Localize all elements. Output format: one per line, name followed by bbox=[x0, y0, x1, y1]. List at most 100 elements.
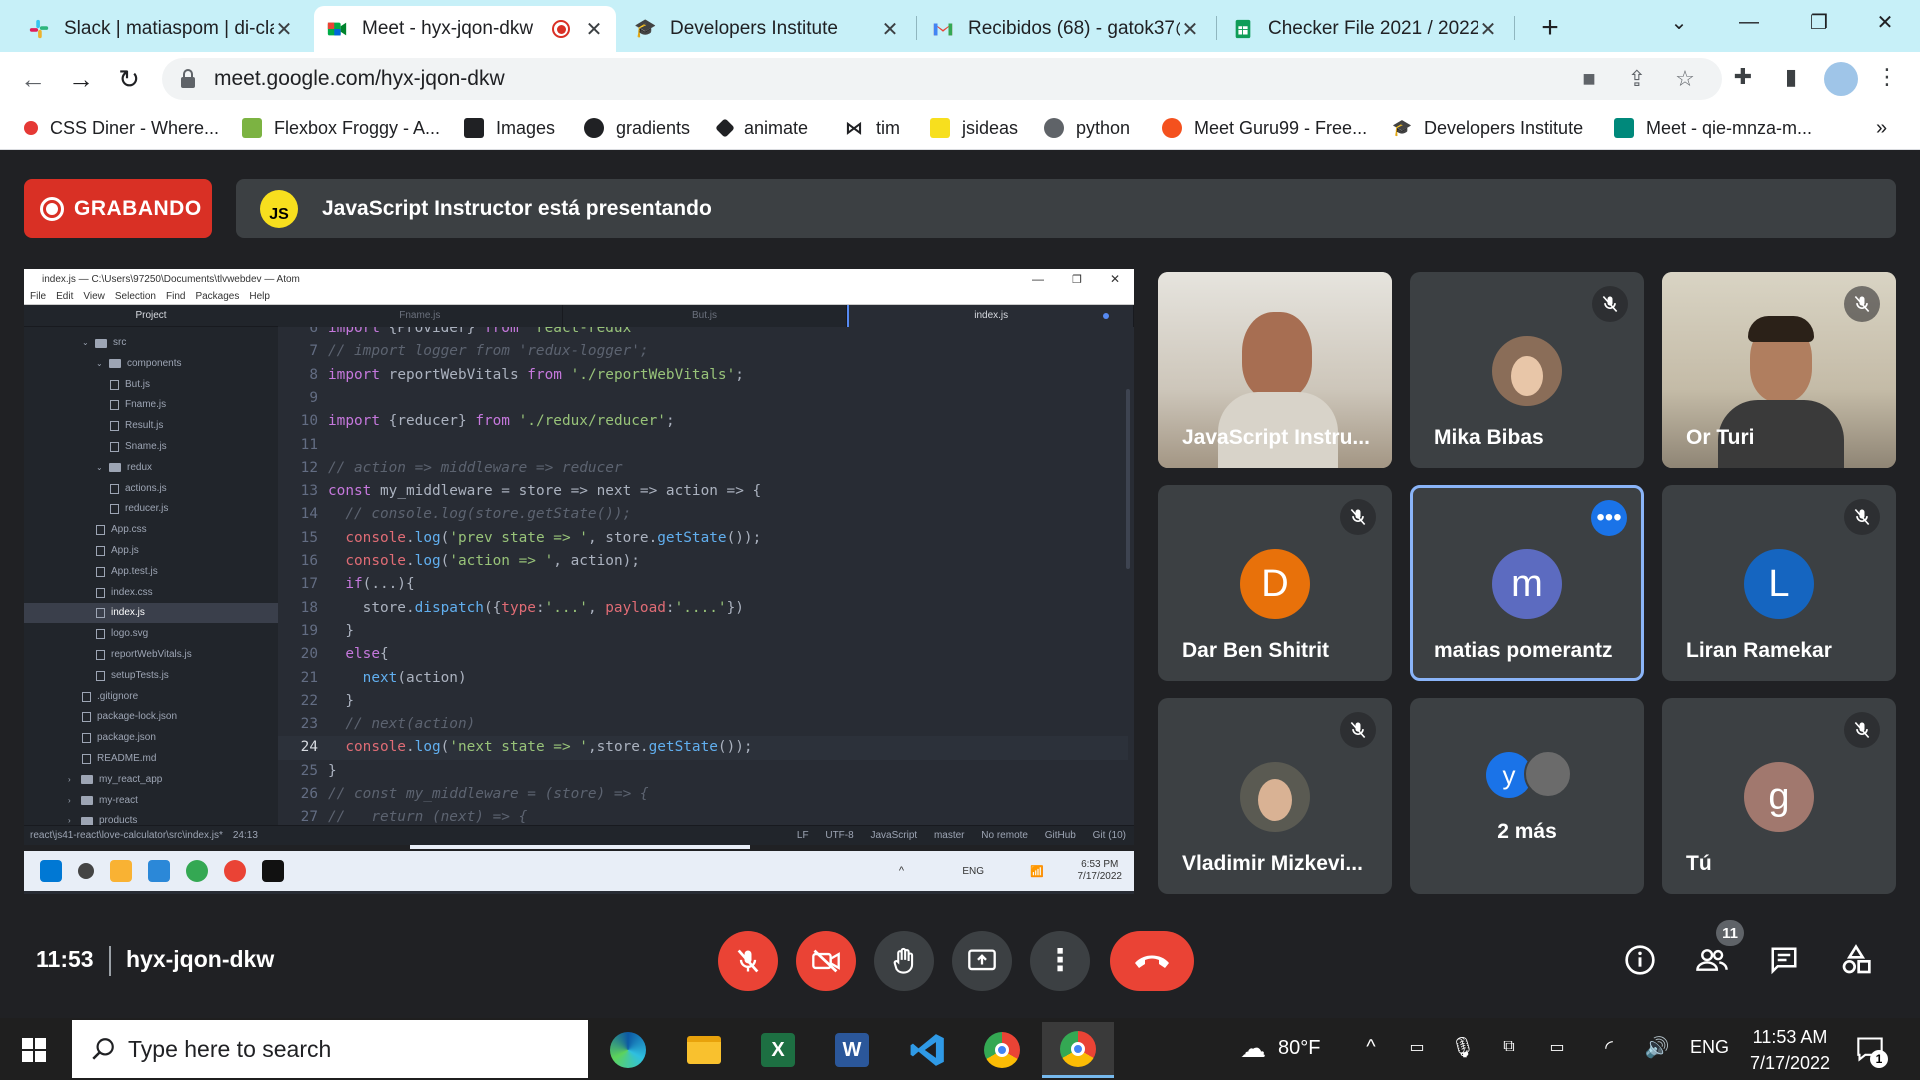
restore-icon[interactable]: ❐ bbox=[1784, 0, 1854, 44]
taskbar-word[interactable]: W bbox=[816, 1022, 888, 1078]
taskbar-edge[interactable] bbox=[592, 1022, 664, 1078]
participant-tile-more[interactable]: y 2 más bbox=[1410, 698, 1644, 894]
windows-start-icon[interactable] bbox=[22, 1038, 46, 1067]
volume-icon[interactable]: 🔊 bbox=[1644, 1034, 1670, 1060]
minimize-icon[interactable]: — bbox=[1714, 0, 1784, 44]
code-text: if(...){ bbox=[345, 576, 415, 593]
participant-tile[interactable]: JavaScript Instru... bbox=[1158, 272, 1392, 468]
close-icon[interactable]: ✕ bbox=[1180, 17, 1200, 42]
participant-tile-self[interactable]: g Tú bbox=[1662, 698, 1896, 894]
camera-toggle-button[interactable] bbox=[796, 931, 856, 991]
language-indicator[interactable]: ENG bbox=[1690, 1034, 1729, 1060]
chevron-up-icon[interactable]: ^ bbox=[1358, 1034, 1384, 1060]
raise-hand-button[interactable] bbox=[874, 931, 934, 991]
forward-arrow-icon[interactable]: → bbox=[64, 62, 98, 96]
tree-item: package-lock.json bbox=[24, 707, 278, 727]
windows-start-icon bbox=[40, 860, 62, 882]
line-number: 15 bbox=[300, 529, 318, 546]
share-icon[interactable]: ⇪ bbox=[1624, 66, 1650, 92]
participant-name: matias pomerantz bbox=[1434, 639, 1613, 662]
bookmark-jsideas[interactable]: jsideas bbox=[930, 116, 1018, 140]
participant-avatar: g bbox=[1744, 762, 1814, 832]
bookmark-meet-qie[interactable]: Meet - qie-mnza-m... bbox=[1614, 116, 1812, 140]
close-icon[interactable]: ✕ bbox=[274, 17, 294, 42]
participant-name: Dar Ben Shitrit bbox=[1182, 639, 1330, 662]
taskbar-excel[interactable]: X bbox=[742, 1022, 814, 1078]
tab-developers-institute[interactable]: 🎓 Developers Institute ✕ bbox=[622, 6, 912, 52]
file-icon bbox=[96, 608, 105, 619]
camera-blocked-icon[interactable]: ■ bbox=[1576, 66, 1602, 92]
microphone-icon[interactable]: 🎙 bbox=[1450, 1034, 1476, 1060]
recording-badge[interactable]: GRABANDO bbox=[24, 179, 212, 238]
chrome-menu-icon[interactable]: ⋮ bbox=[1872, 62, 1902, 92]
more-options-icon[interactable]: ••• bbox=[1591, 500, 1627, 536]
more-options-button[interactable]: ⋮ bbox=[1030, 931, 1090, 991]
tab-meet[interactable]: Meet - hyx-jqon-dkw ✕ bbox=[314, 6, 616, 52]
side-panel-icon[interactable]: ▮ bbox=[1776, 62, 1806, 92]
bookmark-meet-guru99[interactable]: Meet Guru99 - Free... bbox=[1162, 116, 1367, 140]
participant-tile[interactable]: D Dar Ben Shitrit bbox=[1158, 485, 1392, 681]
taskbar-file-explorer[interactable] bbox=[668, 1022, 740, 1078]
participant-tile[interactable]: Vladimir Mizkevi... bbox=[1158, 698, 1392, 894]
taskbar-chrome[interactable] bbox=[966, 1022, 1038, 1078]
notifications-button[interactable]: 1 bbox=[1856, 1036, 1888, 1068]
reload-icon[interactable]: ↻ bbox=[112, 62, 146, 96]
code-text: // return (next) => { bbox=[328, 809, 528, 825]
participant-tile[interactable]: Or Turi bbox=[1662, 272, 1896, 468]
present-now-button[interactable] bbox=[952, 931, 1012, 991]
line-number: 20 bbox=[300, 646, 318, 663]
chat-button[interactable] bbox=[1762, 938, 1806, 982]
mic-toggle-button[interactable] bbox=[718, 931, 778, 991]
battery-icon[interactable]: ▭ bbox=[1544, 1034, 1570, 1060]
back-arrow-icon[interactable]: ← bbox=[16, 62, 50, 96]
activities-button[interactable] bbox=[1834, 938, 1878, 982]
extensions-puzzle-icon[interactable]: ✚ bbox=[1728, 62, 1758, 92]
more-bookmarks-chevron-icon[interactable]: » bbox=[1876, 116, 1887, 140]
meet-tray-icon[interactable]: ▭ bbox=[1404, 1034, 1430, 1060]
bookmark-tim[interactable]: ⋈ tim bbox=[844, 116, 900, 140]
meeting-details-button[interactable] bbox=[1618, 938, 1662, 982]
python-icon bbox=[1044, 118, 1064, 138]
taskbar-vscode[interactable] bbox=[892, 1022, 964, 1078]
tab-slack[interactable]: Slack | matiaspom | di-cla ✕ bbox=[16, 6, 306, 52]
bookmark-gradients[interactable]: gradients bbox=[584, 116, 690, 140]
address-bar[interactable]: meet.google.com/hyx-jqon-dkw ■ ⇪ ☆ bbox=[162, 58, 1722, 100]
participant-tile-active[interactable]: ••• m matias pomerantz bbox=[1410, 485, 1644, 681]
tab-search-chevron-icon[interactable]: ⌄ bbox=[1644, 0, 1714, 44]
folder-icon bbox=[95, 338, 107, 348]
presenting-banner: JS JavaScript Instructor está presentand… bbox=[236, 179, 1896, 238]
record-icon bbox=[40, 196, 64, 221]
file-icon bbox=[96, 670, 105, 681]
tree-item-label: package.json bbox=[97, 732, 156, 744]
window-close-icon[interactable]: ✕ bbox=[1850, 0, 1920, 44]
bookmark-images[interactable]: Images bbox=[464, 116, 555, 140]
leave-call-button[interactable] bbox=[1110, 931, 1194, 991]
tab-checker-file[interactable]: Checker File 2021 / 2022 ✕ bbox=[1220, 6, 1510, 52]
bookmark-star-icon[interactable]: ☆ bbox=[1672, 66, 1698, 92]
bookmark-css-diner[interactable]: CSS Diner - Where... bbox=[24, 116, 219, 140]
new-tab-icon[interactable]: + bbox=[1530, 8, 1570, 48]
people-icon bbox=[1696, 949, 1728, 971]
tree-item: Result.js bbox=[24, 416, 278, 436]
globe-icon bbox=[584, 118, 604, 138]
close-icon[interactable]: ✕ bbox=[880, 17, 900, 42]
file-icon bbox=[110, 442, 119, 452]
participant-tile[interactable]: Mika Bibas bbox=[1410, 272, 1644, 468]
weather-widget[interactable]: ☁ 80°F bbox=[1240, 1030, 1320, 1066]
taskbar-clock[interactable]: 11:53 AM 7/17/2022 bbox=[1742, 1024, 1838, 1076]
wifi-icon[interactable]: ◜ bbox=[1596, 1034, 1622, 1060]
code-line: 9 bbox=[278, 387, 1128, 410]
bookmark-python[interactable]: python bbox=[1044, 116, 1130, 140]
taskbar-search-box[interactable]: Type here to search bbox=[72, 1020, 588, 1078]
tab-gmail[interactable]: Recibidos (68) - gatok37@ ✕ bbox=[920, 6, 1212, 52]
bookmark-flexbox-froggy[interactable]: Flexbox Froggy - A... bbox=[242, 116, 440, 140]
profile-avatar[interactable] bbox=[1824, 62, 1858, 96]
bookmark-animate[interactable]: animate bbox=[715, 116, 808, 140]
taskbar-chrome-profile[interactable] bbox=[1042, 1022, 1114, 1078]
bookmark-developers-institute[interactable]: 🎓 Developers Institute bbox=[1392, 116, 1583, 140]
screen-capture-icon[interactable]: ⧉ bbox=[1496, 1034, 1522, 1060]
participant-tile[interactable]: L Liran Ramekar bbox=[1662, 485, 1896, 681]
close-icon[interactable]: ✕ bbox=[1478, 17, 1498, 42]
tab-title: Checker File 2021 / 2022 bbox=[1268, 18, 1478, 39]
close-icon[interactable]: ✕ bbox=[584, 17, 604, 42]
